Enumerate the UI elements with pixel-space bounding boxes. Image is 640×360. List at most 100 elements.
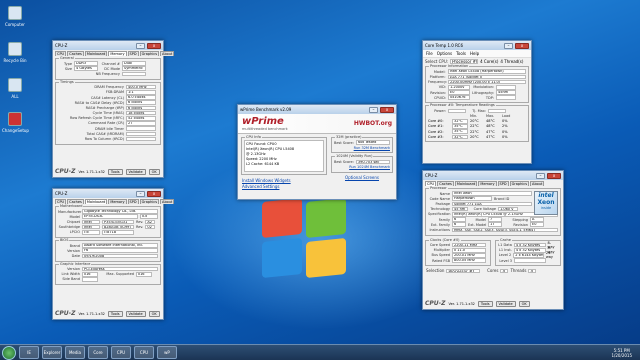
size-value: 4 GBytes [74,66,98,72]
taskbar-app-explorer[interactable]: Explorer [42,346,62,359]
ok-button[interactable]: OK [518,300,530,307]
title-bar: CPU-Z – x [53,41,163,50]
taskbar-app-ie[interactable]: IE [19,346,39,359]
desktop-icon-computer[interactable]: Computer [2,6,28,27]
tab-about[interactable]: About [160,199,175,204]
tab-about[interactable]: About [530,181,545,186]
validate-button[interactable]: Validate [125,168,146,175]
taskbar-app-cpuz-1[interactable]: CPU [111,346,131,359]
recycle-bin-icon [8,42,22,56]
run-1024m-button[interactable]: Run 1024M Benchmark [349,165,390,169]
close-button[interactable]: x [547,172,561,179]
intel-xeon-logo: intel Xeon inside [534,191,558,215]
timing-row: DRAM Idle Timer [58,126,158,131]
system-clock[interactable]: 5:51 PM 1/20/2015 [611,348,638,358]
close-button[interactable]: x [380,106,394,113]
menu-options[interactable]: Options [437,51,452,56]
optional-screens-link[interactable]: Optional Screens [345,175,379,180]
cpuz-cpu-window: CPU-Z – x CPU Caches Mainboard Memory SPD … [422,170,564,310]
title-bar: wPrime Benchmark v2.09– x [238,105,396,114]
tools-button[interactable]: Tools [107,310,123,317]
minimize-button[interactable]: – [536,172,545,179]
computer-icon [8,6,22,20]
folder-icon [8,78,22,92]
cpuz-logo: CPU-Z [55,168,76,175]
taskbar-app-cpuz-2[interactable]: CPU [134,346,154,359]
coretemp-window: Core Temp 1.0 RC6– x File Options Tools H… [422,40,532,164]
processor-info-group: Processor Information Model: Intel Xeon L… [425,64,529,104]
1024m-score: 390.703 sec [355,159,390,165]
title-bar: Core Temp 1.0 RC6– x [423,41,531,50]
ok-button[interactable]: OK [148,310,160,317]
start-button[interactable] [2,345,16,360]
close-button[interactable]: x [515,42,529,49]
menu-tools[interactable]: Tools [456,51,466,56]
tab-memory[interactable]: Memory [108,199,127,204]
timing-row: Row Refresh Cycle Time (tRFC) 52 clocks [58,115,158,121]
desktop-icon-recycle-bin[interactable]: Recycle Bin [2,42,28,63]
processor-group: Processor intel Xeon inside Name Intel Xe… [425,186,561,236]
timing-row: RAS# to CAS# Delay (tRCD) 6 clocks [58,100,158,106]
wprime-logo: wPrime multithreaded benchmark [242,115,288,131]
tab-mainboard[interactable]: Mainboard [454,181,478,186]
tab-mainboard[interactable]: Mainboard [84,199,108,204]
tab-spd[interactable]: SPD [127,51,139,56]
taskbar: IE Explorer Media Core CPU CPU wP 5:51 P… [0,344,640,360]
processor-select[interactable]: Processor #1 [446,268,481,274]
core-temp-row: Core #2: 35°C 22°C 47°C 0% [428,129,508,134]
cpu-info-group: CPU Info CPU Found: CPU0 Intel(R) Xeon(R… [241,135,327,175]
tab-about[interactable]: About [160,51,175,56]
timing-row: DRAM Frequency 400.0 MHz [58,84,158,90]
validate-button[interactable]: Validate [495,300,516,307]
timing-row: Total CAS# (tRDRAM) [58,131,158,137]
timing-row: Command Rate (CR) 2T [58,121,158,126]
bios-group: BIOS Brand Award Software International, … [55,237,161,262]
timing-row: Cycle Time (tRAS) 18 clocks [58,110,158,116]
windows-logo [262,197,352,280]
tools-button[interactable]: Tools [477,300,493,307]
menu-file[interactable]: File [426,51,433,56]
timings-group: Timings DRAM Frequency 400.0 MHz FSB:DRAM 1… [55,79,161,145]
temperature-group: Processor #0: Temperature Readings Power… [425,103,529,143]
general-group: General Type DDR3 Channel # Dual Size 4 GByt… [55,56,161,80]
ok-button[interactable]: OK [148,168,160,175]
advanced-settings-link[interactable]: Advanced Settings [242,184,326,190]
core-temp-list: Core #0: 32°C 20°C 48°C 0% Core #1: 35°C 22°C 48… [428,118,526,140]
minimize-button[interactable]: – [136,190,145,197]
tab-spd[interactable]: SPD [497,181,509,186]
desktop-icon-all[interactable]: ALL [2,78,28,99]
taskbar-app-coretemp[interactable]: Core [88,346,108,359]
tab-mainboard[interactable]: Mainboard [84,51,108,56]
minimize-button[interactable]: – [504,42,513,49]
tools-button[interactable]: Tools [107,168,123,175]
desktop-icon-changesetup[interactable]: ChangeSetup [2,112,29,133]
timing-row: RAS# Precharge (tRP) 6 clocks [58,105,158,111]
type-value: DDR3 [74,61,98,66]
run-32m-button[interactable]: Run 32M Benchmark [354,146,390,150]
taskbar-app-media[interactable]: Media [65,346,85,359]
clocks-group: Clocks (Core #0) Core Speed 2200.11 MHz M… [425,237,491,267]
validate-button[interactable]: Validate [125,310,146,317]
tab-graphics[interactable]: Graphics [509,181,530,186]
tab-graphics[interactable]: Graphics [139,51,160,56]
timing-row: Row To Column (tRCD) [58,136,158,142]
minimize-button[interactable]: – [369,106,378,113]
tab-memory[interactable]: Memory [108,51,127,56]
menu-help[interactable]: Help [470,51,479,56]
tab-memory[interactable]: Memory [478,181,497,186]
minimize-button[interactable]: – [136,42,145,49]
footer: CPU-Z Ver. 1.71.1.x32 Tools Validate OK [53,167,163,176]
32m-group: 32M (practice) Best Score: Not Tested Run… [331,135,393,154]
menu-bar: File Options Tools Help [423,50,531,58]
close-button[interactable]: x [147,190,161,197]
cache-group: Cache L1 Data 4 x 32 KBytes 8-way L1 Inst.… [495,237,561,267]
tab-spd[interactable]: SPD [127,199,139,204]
cpu-select[interactable]: Processor #0 [450,59,479,64]
title-bar: CPU-Z – x [53,189,163,198]
tab-graphics[interactable]: Graphics [139,199,160,204]
core-temp-row: Core #1: 35°C 22°C 48°C 2% [428,124,508,129]
taskbar-app-wprime[interactable]: wP [157,346,177,359]
cpuz-logo: CPU-Z [55,310,76,317]
close-button[interactable]: x [147,42,161,49]
graphic-interface-group: Graphic Interface Version PCI-Express Lin… [55,261,161,286]
